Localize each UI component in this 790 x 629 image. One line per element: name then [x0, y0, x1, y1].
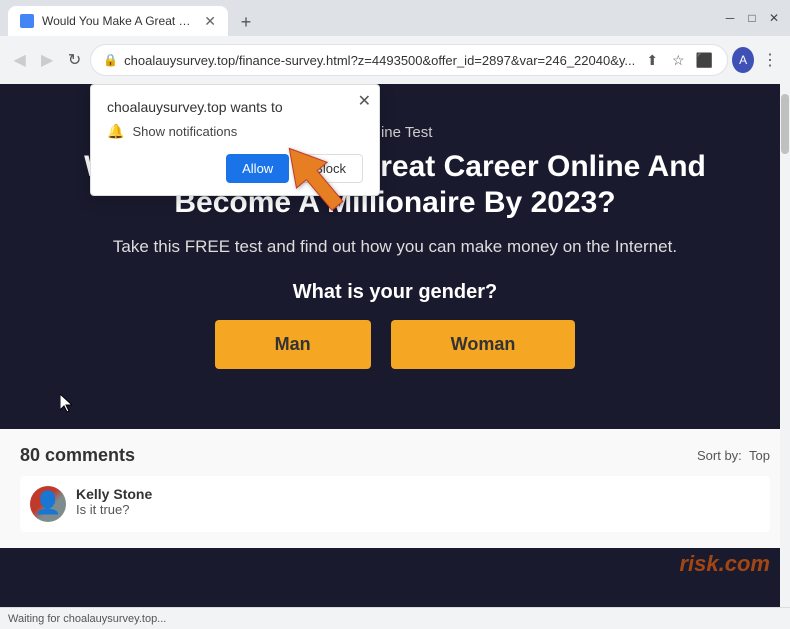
comment-author: Kelly Stone [76, 486, 760, 502]
comments-section: 80 comments Sort by: Top Kelly Stone Is … [0, 429, 790, 548]
tab-favicon [20, 14, 34, 28]
maximize-button[interactable]: □ [744, 10, 760, 26]
popup-buttons: Allow Block [107, 154, 363, 183]
comment-content: Kelly Stone Is it true? [76, 486, 760, 522]
comment-item: Kelly Stone Is it true? [20, 476, 770, 532]
browser-frame: Would You Make A Great Career ✕ + ─ □ ✕ … [0, 0, 790, 629]
comment-text: Is it true? [76, 502, 760, 517]
popup-close-button[interactable]: ✕ [358, 91, 371, 111]
woman-button[interactable]: Woman [391, 320, 576, 369]
comments-header: 80 comments Sort by: Top [20, 445, 770, 466]
address-bar: ◀ ▶ ↻ 🔒 choalauysurvey.top/finance-surve… [0, 36, 790, 84]
browser-content: Online Test Would You Make A Great Caree… [0, 84, 790, 607]
reload-button[interactable]: ↻ [63, 46, 86, 74]
gender-question: What is your gender? [55, 281, 735, 304]
allow-button[interactable]: Allow [226, 154, 289, 183]
status-bar: Waiting for choalauysurvey.top... [0, 607, 790, 629]
bookmark-icon[interactable]: ☆ [667, 49, 689, 71]
active-tab[interactable]: Would You Make A Great Career ✕ [8, 6, 228, 36]
profile-button[interactable]: A [732, 47, 754, 73]
lock-icon: 🔒 [103, 53, 118, 67]
status-text: Waiting for choalauysurvey.top... [8, 613, 166, 625]
site-description: Take this FREE test and find out how you… [55, 237, 735, 257]
title-bar: Would You Make A Great Career ✕ + ─ □ ✕ [0, 0, 790, 36]
menu-button[interactable]: ⋮ [758, 46, 782, 74]
url-bar[interactable]: 🔒 choalauysurvey.top/finance-survey.html… [90, 44, 728, 76]
tab-close-button[interactable]: ✕ [204, 13, 216, 30]
gender-buttons: Man Woman [55, 320, 735, 369]
avatar [30, 486, 66, 522]
popup-notification-row: 🔔 Show notifications [107, 123, 363, 140]
watermark: risk.com [680, 551, 771, 577]
popup-origin: choalauysurvey.top wants to [107, 99, 363, 115]
man-button[interactable]: Man [215, 320, 371, 369]
minimize-button[interactable]: ─ [722, 10, 738, 26]
url-right-icons: ⬆ ☆ ⬛ [641, 49, 715, 71]
comments-count: 80 comments [20, 445, 135, 466]
back-button[interactable]: ◀ [8, 46, 31, 74]
extensions-icon[interactable]: ⬛ [693, 49, 715, 71]
block-button[interactable]: Block [297, 154, 363, 183]
tab-title: Would You Make A Great Career [42, 14, 192, 28]
bell-icon: 🔔 [107, 123, 124, 140]
forward-button[interactable]: ▶ [35, 46, 58, 74]
share-icon[interactable]: ⬆ [641, 49, 663, 71]
popup-notification-label: Show notifications [132, 124, 237, 139]
close-button[interactable]: ✕ [766, 10, 782, 26]
tab-bar: Would You Make A Great Career ✕ + [8, 0, 260, 36]
sort-by: Sort by: Top [697, 448, 770, 463]
scrollbar-thumb[interactable] [781, 94, 789, 154]
notification-popup: ✕ choalauysurvey.top wants to 🔔 Show not… [90, 84, 380, 196]
new-tab-button[interactable]: + [232, 8, 260, 36]
window-controls: ─ □ ✕ [722, 10, 782, 26]
url-text: choalauysurvey.top/finance-survey.html?z… [124, 53, 635, 68]
scrollbar[interactable] [780, 84, 790, 607]
